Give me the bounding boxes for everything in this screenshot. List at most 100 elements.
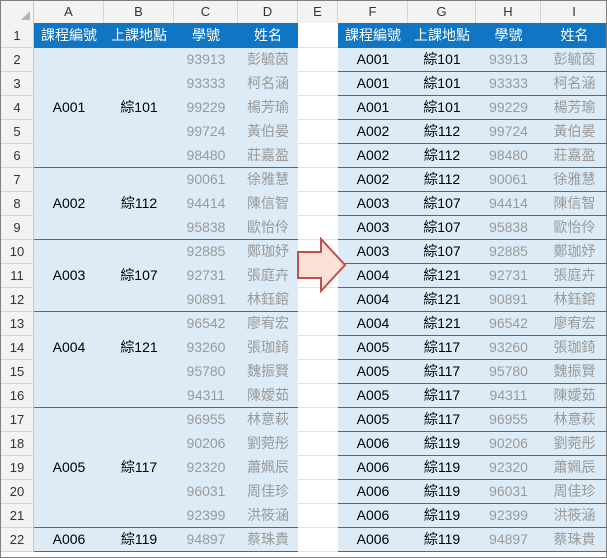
student-id-cell[interactable]: 93333 [174, 72, 238, 96]
student-name-cell[interactable]: 陳信智 [238, 192, 298, 216]
course-cell[interactable]: A005 [338, 336, 408, 360]
header-cell[interactable]: 上課地點 [408, 23, 476, 48]
location-cell[interactable]: 綜119 [408, 456, 476, 480]
location-cell[interactable] [104, 384, 174, 408]
student-id-cell[interactable]: 94311 [174, 384, 238, 408]
course-cell[interactable]: A004 [338, 288, 408, 312]
course-cell[interactable] [34, 168, 104, 192]
student-id-cell[interactable]: 96542 [476, 312, 541, 336]
row-header-19[interactable]: 19 [1, 456, 34, 480]
student-name-cell[interactable]: 周佳珍 [541, 480, 606, 504]
student-name-cell[interactable]: 鄭珈妤 [541, 240, 606, 264]
student-id-cell[interactable]: 94897 [476, 528, 541, 552]
location-cell[interactable] [104, 360, 174, 384]
location-cell[interactable]: 綜112 [408, 144, 476, 168]
student-id-cell[interactable]: 96031 [174, 480, 238, 504]
empty-cell[interactable] [298, 48, 338, 72]
student-name-cell[interactable]: 廖宥宏 [238, 312, 298, 336]
student-id-cell[interactable]: 92399 [476, 504, 541, 528]
student-id-cell[interactable]: 90061 [174, 168, 238, 192]
student-id-cell[interactable]: 95780 [476, 360, 541, 384]
course-cell[interactable]: A004 [338, 264, 408, 288]
location-cell[interactable]: 綜117 [408, 336, 476, 360]
location-cell[interactable] [104, 240, 174, 264]
course-cell[interactable] [34, 144, 104, 168]
course-cell[interactable]: A003 [338, 216, 408, 240]
course-cell[interactable] [34, 48, 104, 72]
student-id-cell[interactable]: 94897 [174, 528, 238, 552]
row-header-9[interactable]: 9 [1, 216, 34, 240]
course-cell[interactable]: A006 [338, 504, 408, 528]
location-cell[interactable]: 綜107 [104, 264, 174, 288]
student-name-cell[interactable]: 陳嬡茹 [238, 384, 298, 408]
student-id-cell[interactable]: 96031 [476, 480, 541, 504]
location-cell[interactable]: 綜121 [408, 264, 476, 288]
course-cell[interactable] [34, 216, 104, 240]
course-cell[interactable]: A002 [338, 144, 408, 168]
course-cell[interactable] [34, 408, 104, 432]
header-cell[interactable]: 課程編號 [338, 23, 408, 48]
empty-cell[interactable] [298, 120, 338, 144]
student-id-cell[interactable]: 98480 [476, 144, 541, 168]
student-id-cell[interactable]: 99724 [174, 120, 238, 144]
student-id-cell[interactable]: 94311 [476, 384, 541, 408]
course-cell[interactable]: A005 [338, 360, 408, 384]
location-cell[interactable] [104, 288, 174, 312]
course-cell[interactable]: A006 [34, 528, 104, 552]
empty-cell[interactable] [298, 312, 338, 336]
student-id-cell[interactable]: 90891 [174, 288, 238, 312]
student-name-cell[interactable]: 張珈錡 [541, 336, 606, 360]
location-cell[interactable] [104, 408, 174, 432]
course-cell[interactable] [34, 360, 104, 384]
student-name-cell[interactable]: 陳嬡茹 [541, 384, 606, 408]
empty-cell[interactable] [298, 72, 338, 96]
row-header-17[interactable]: 17 [1, 408, 34, 432]
student-id-cell[interactable]: 93260 [174, 336, 238, 360]
location-cell[interactable]: 綜117 [408, 384, 476, 408]
course-cell[interactable]: A004 [34, 336, 104, 360]
location-cell[interactable]: 綜119 [104, 528, 174, 552]
location-cell[interactable]: 綜101 [408, 96, 476, 120]
student-name-cell[interactable]: 周佳珍 [238, 480, 298, 504]
student-name-cell[interactable]: 洪筱涵 [238, 504, 298, 528]
column-header-i[interactable]: I [541, 1, 606, 23]
student-name-cell[interactable]: 劉菀彤 [238, 432, 298, 456]
header-cell[interactable]: 姓名 [238, 23, 298, 48]
location-cell[interactable] [104, 144, 174, 168]
empty-cell[interactable] [298, 336, 338, 360]
course-cell[interactable]: A001 [338, 72, 408, 96]
empty-cell[interactable] [298, 384, 338, 408]
student-id-cell[interactable]: 92320 [174, 456, 238, 480]
empty-cell[interactable] [298, 504, 338, 528]
empty-cell[interactable] [298, 96, 338, 120]
student-name-cell[interactable]: 楊芳瑜 [238, 96, 298, 120]
student-name-cell[interactable]: 劉菀彤 [541, 432, 606, 456]
student-name-cell[interactable]: 林意萩 [238, 408, 298, 432]
student-name-cell[interactable]: 徐雅慧 [541, 168, 606, 192]
student-id-cell[interactable]: 92731 [476, 264, 541, 288]
location-cell[interactable]: 綜121 [408, 288, 476, 312]
student-name-cell[interactable]: 鄭珈妤 [238, 240, 298, 264]
student-name-cell[interactable]: 歐怡伶 [541, 216, 606, 240]
location-cell[interactable]: 綜119 [408, 504, 476, 528]
student-name-cell[interactable]: 陳信智 [541, 192, 606, 216]
course-cell[interactable]: A003 [338, 192, 408, 216]
select-all-corner[interactable] [1, 1, 34, 23]
row-header-4[interactable]: 4 [1, 96, 34, 120]
student-name-cell[interactable]: 楊芳瑜 [541, 96, 606, 120]
row-header-1[interactable]: 1 [1, 23, 34, 48]
course-cell[interactable]: A006 [338, 456, 408, 480]
header-cell[interactable]: 學號 [476, 23, 541, 48]
student-id-cell[interactable]: 92320 [476, 456, 541, 480]
row-header-14[interactable]: 14 [1, 336, 34, 360]
column-header-a[interactable]: A [34, 1, 104, 23]
student-id-cell[interactable]: 95780 [174, 360, 238, 384]
student-id-cell[interactable]: 93913 [476, 48, 541, 72]
student-id-cell[interactable]: 93260 [476, 336, 541, 360]
column-header-b[interactable]: B [104, 1, 174, 23]
student-name-cell[interactable]: 林鈺鎔 [541, 288, 606, 312]
location-cell[interactable]: 綜101 [408, 48, 476, 72]
student-name-cell[interactable]: 蔡珠貴 [541, 528, 606, 552]
row-header-2[interactable]: 2 [1, 48, 34, 72]
course-cell[interactable]: A006 [338, 432, 408, 456]
